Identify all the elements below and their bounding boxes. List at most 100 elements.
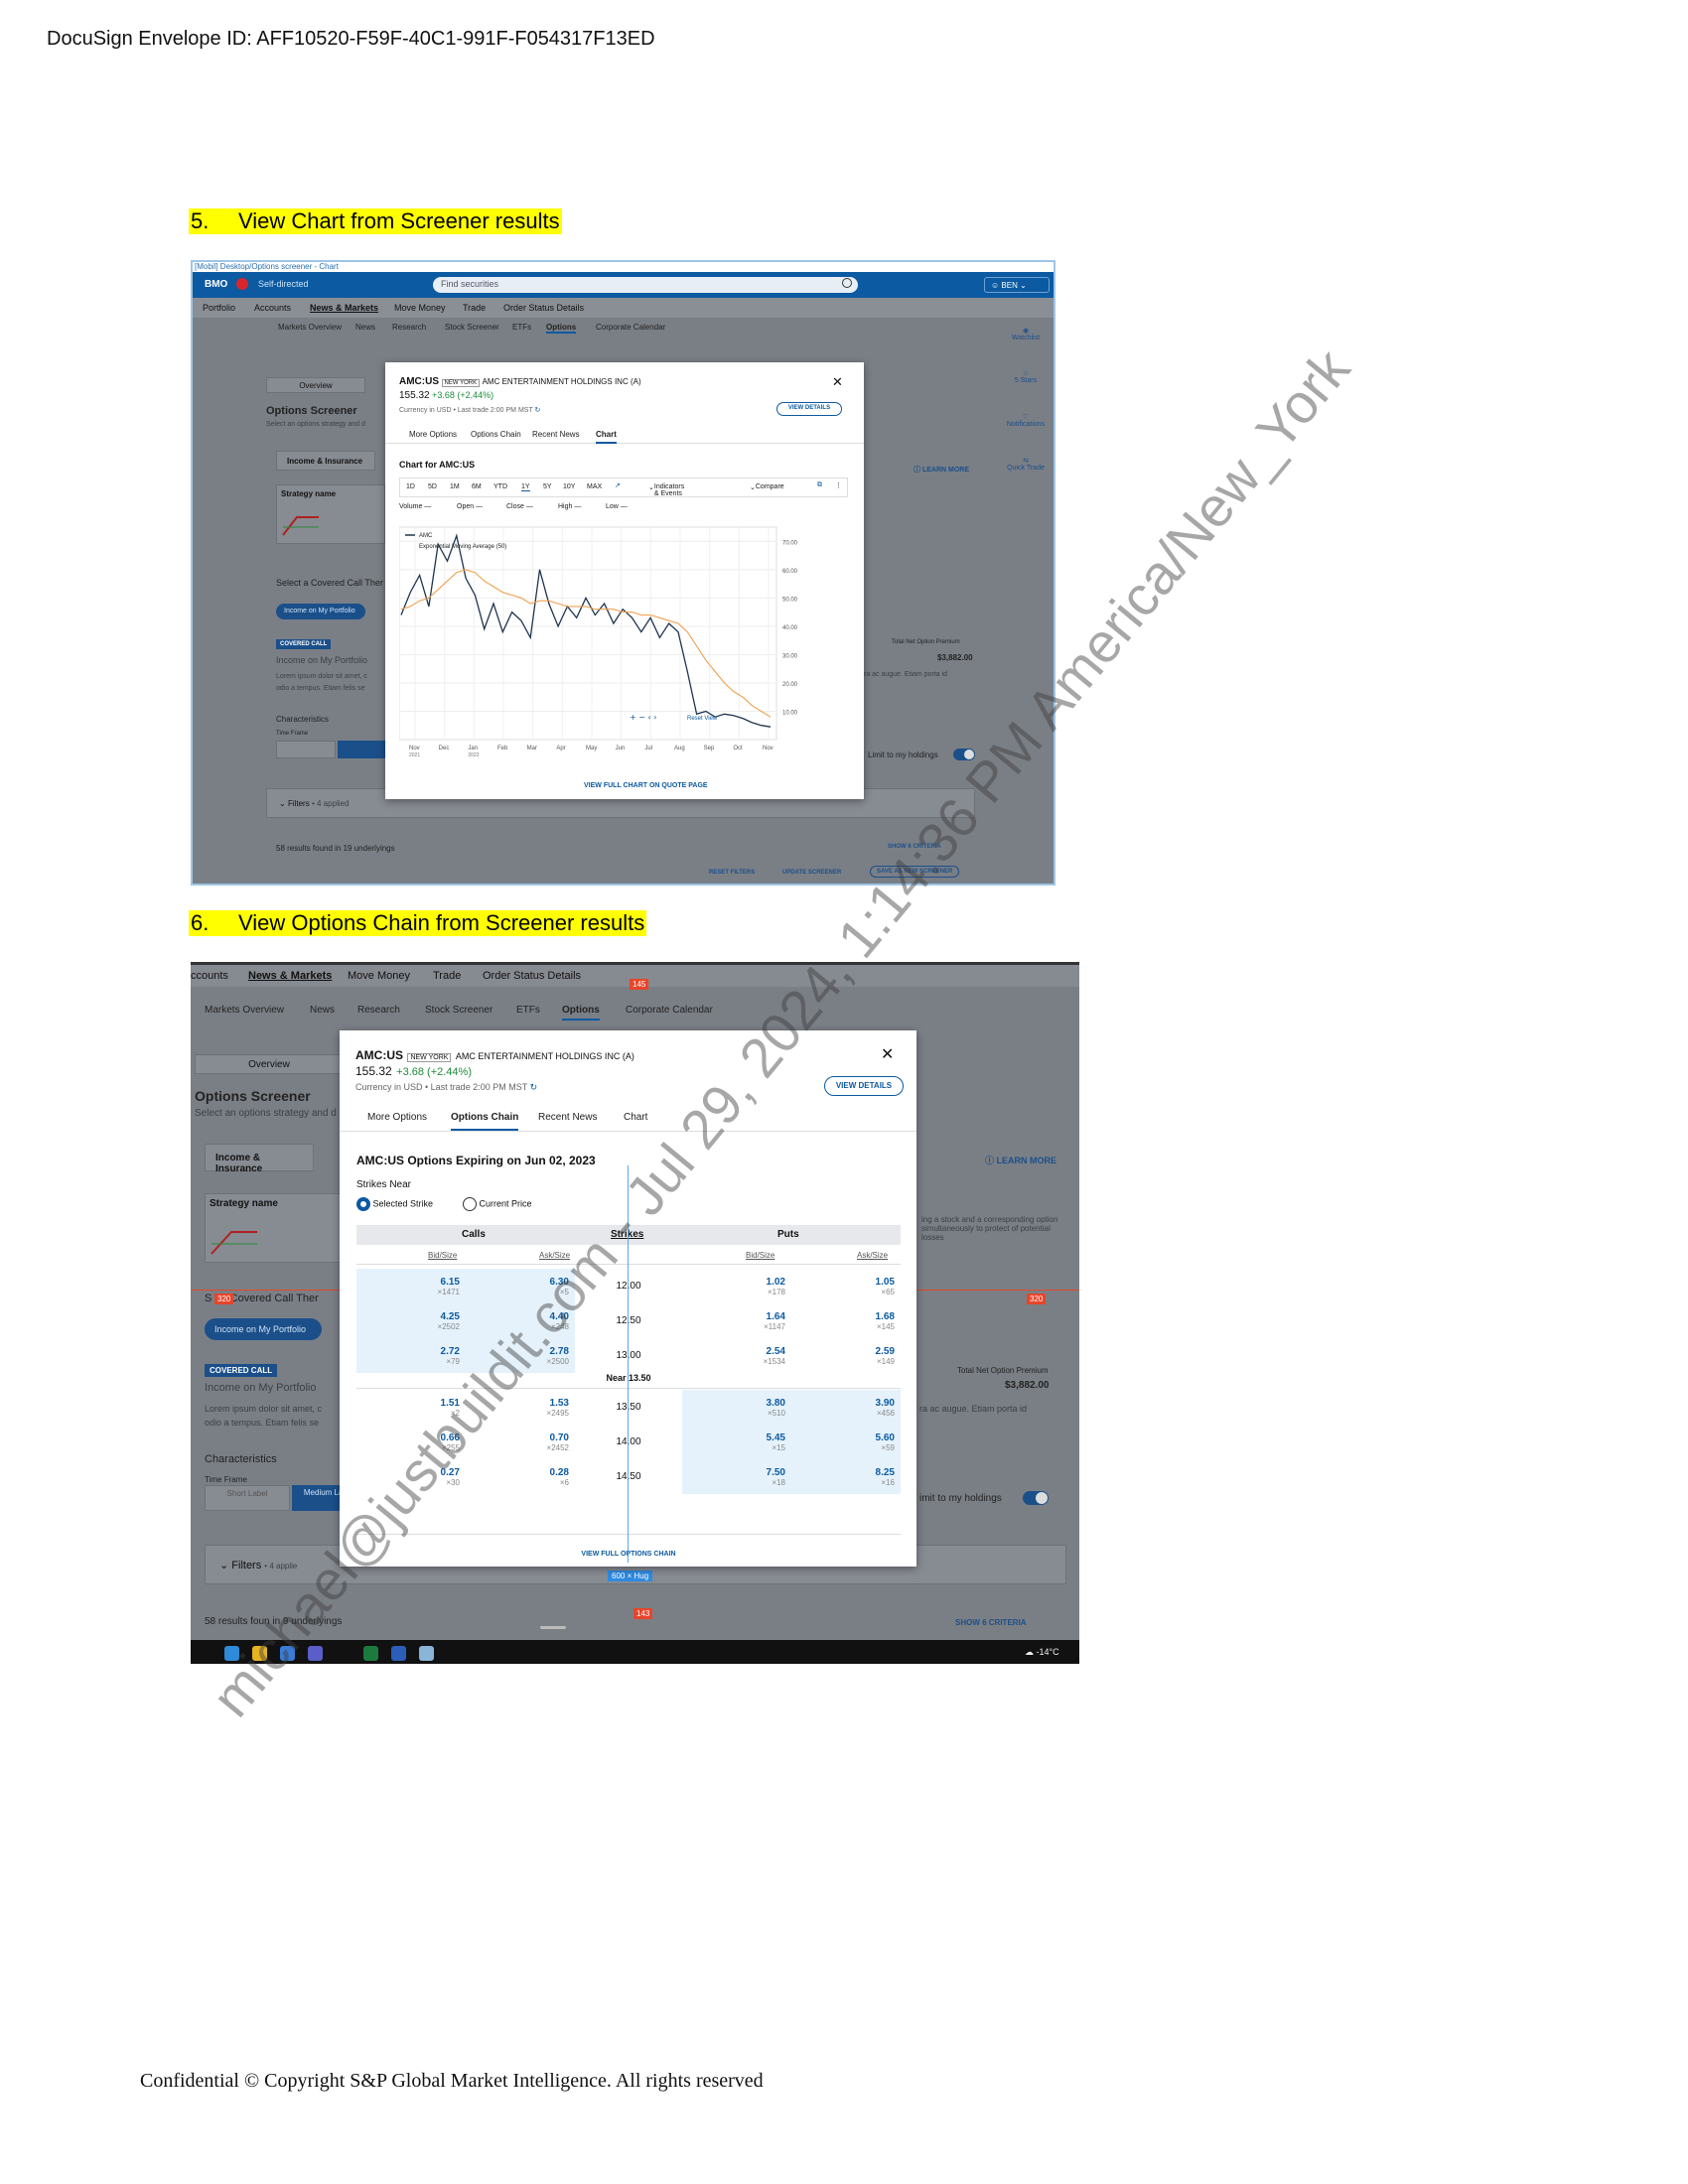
strike-price-cell[interactable]: 14.00	[575, 1425, 682, 1459]
range-10y[interactable]: 10Y	[563, 483, 575, 490]
tab-chart[interactable]: Chart	[624, 1112, 647, 1123]
learn-more-link[interactable]: ⓘ LEARN MORE	[914, 465, 969, 475]
put-ask-cell[interactable]: 1.68 ×145	[791, 1303, 901, 1338]
excel-icon[interactable]	[363, 1646, 378, 1661]
call-ask-cell[interactable]: 0.28 ×6	[466, 1459, 575, 1494]
subnav-markets-overview[interactable]: Markets Overview	[205, 1005, 284, 1016]
nav-trade[interactable]: Trade	[433, 970, 461, 982]
strike-price-cell[interactable]: 14.50	[575, 1459, 682, 1494]
nav-news-markets[interactable]: News & Markets	[310, 303, 378, 313]
short-label-option[interactable]: Short Label	[205, 1485, 290, 1511]
reset-view-button[interactable]: Reset View	[687, 716, 718, 722]
subnav-stock-screener[interactable]: Stock Screener	[445, 323, 499, 332]
side-notifications[interactable]: ♡ Notifications	[1000, 413, 1052, 428]
compare-dropdown[interactable]: ⌄ Compare	[750, 483, 784, 491]
subnav-news[interactable]: News	[310, 1005, 335, 1016]
nav-order-status[interactable]: Order Status Details	[503, 303, 584, 313]
range-6m[interactable]: 6M	[472, 483, 482, 490]
nav-accounts[interactable]: Accounts	[254, 303, 291, 313]
strike-price-cell[interactable]: 13.50	[575, 1390, 682, 1425]
subnav-etfs[interactable]: ETFs	[512, 323, 531, 332]
put-bid-cell[interactable]: 1.02 ×178	[682, 1269, 791, 1303]
put-bid-cell[interactable]: 7.50 ×18	[682, 1459, 791, 1494]
range-max[interactable]: MAX	[587, 483, 602, 490]
nav-accounts[interactable]: ccounts	[191, 970, 228, 982]
short-label-option[interactable]	[276, 741, 336, 758]
put-bid-cell[interactable]: 1.64 ×1147	[682, 1303, 791, 1338]
strategy-card[interactable]: Strategy name	[205, 1193, 344, 1263]
more-icon[interactable]: ⋮	[835, 481, 842, 489]
side-5-stars[interactable]: ☆ 5 Stars	[1000, 369, 1052, 384]
put-ask-cell[interactable]: 5.60 ×59	[791, 1425, 901, 1459]
nav-move-money[interactable]: Move Money	[394, 303, 446, 313]
tab-options-chain[interactable]: Options Chain	[471, 430, 521, 439]
nav-trade[interactable]: Trade	[463, 303, 486, 313]
update-screener-button[interactable]: UPDATE SCREENER	[782, 870, 841, 876]
notepad-icon[interactable]	[419, 1646, 434, 1661]
nav-portfolio[interactable]: Portfolio	[203, 303, 235, 313]
subnav-stock-screener[interactable]: Stock Screener	[425, 1005, 492, 1016]
range-1y[interactable]: 1Y	[521, 483, 530, 491]
popout-icon[interactable]: ⧉	[817, 481, 822, 489]
subnav-etfs[interactable]: ETFs	[516, 1005, 540, 1016]
subnav-news[interactable]: News	[355, 323, 375, 332]
limit-holdings-toggle[interactable]	[1023, 1491, 1049, 1505]
strike-price-cell[interactable]: 13.00	[575, 1338, 682, 1373]
put-bid-cell[interactable]: 3.80 ×510	[682, 1390, 791, 1425]
tab-more-options[interactable]: More Options	[367, 1112, 427, 1123]
side-quick-trade[interactable]: ⇆ Quick Trade	[1000, 457, 1052, 472]
nav-order-status[interactable]: Order Status Details	[483, 970, 581, 982]
income-pill[interactable]: Income on My Portfolio	[205, 1318, 322, 1340]
show-criteria-link[interactable]: SHOW 6 CRITERIA	[955, 1618, 1027, 1627]
overview-tab[interactable]: Overview	[195, 1054, 344, 1074]
subnav-corporate-calendar[interactable]: Corporate Calendar	[596, 323, 665, 332]
selected-strike-radio[interactable]: Selected Strike	[356, 1197, 433, 1211]
subnav-options[interactable]: Options	[546, 323, 577, 334]
subnav-markets-overview[interactable]: Markets Overview	[278, 323, 342, 332]
put-ask-cell[interactable]: 8.25 ×16	[791, 1459, 901, 1494]
table-row[interactable]: 2.72 ×79 2.78 ×2500 13.00 2.54 ×1534 2.59 ×149	[356, 1338, 901, 1373]
range-1d[interactable]: 1D	[406, 483, 415, 490]
subnav-options[interactable]: Options	[562, 1005, 600, 1021]
tab-options-chain[interactable]: Options Chain	[451, 1112, 519, 1131]
put-ask-cell[interactable]: 2.59 ×149	[791, 1338, 901, 1373]
tab-recent-news[interactable]: Recent News	[538, 1112, 597, 1123]
put-ask-cell[interactable]: 3.90 ×456	[791, 1390, 901, 1425]
tab-recent-news[interactable]: Recent News	[532, 430, 580, 439]
overview-tab[interactable]: Overview	[266, 377, 365, 393]
subnav-research[interactable]: Research	[357, 1005, 400, 1016]
put-bid-cell[interactable]: 5.45 ×15	[682, 1425, 791, 1459]
user-menu-button[interactable]: ☺ BEN ⌄	[984, 277, 1050, 293]
close-icon[interactable]: ✕	[832, 374, 843, 390]
income-insurance-tab[interactable]: Income & Insurance	[205, 1144, 314, 1174]
range-5d[interactable]: 5D	[428, 483, 437, 490]
view-full-chain-link[interactable]: VIEW FULL OPTIONS CHAIN	[356, 1534, 901, 1561]
subnav-corporate-calendar[interactable]: Corporate Calendar	[626, 1005, 713, 1016]
nav-news-markets[interactable]: News & Markets	[248, 970, 332, 982]
close-icon[interactable]: ✕	[881, 1044, 894, 1064]
learn-more-link[interactable]: ⓘ LEARN MORE	[985, 1154, 1056, 1166]
weather-widget[interactable]: ☁ -14°C	[1025, 1647, 1059, 1658]
subnav-research[interactable]: Research	[392, 323, 426, 332]
current-price-radio[interactable]: Current Price	[463, 1197, 532, 1211]
tab-chart[interactable]: Chart	[596, 430, 617, 444]
chart-style-icon[interactable]: ↗	[615, 481, 621, 489]
search-icon[interactable]	[842, 278, 852, 288]
call-bid-cell[interactable]: 2.72 ×79	[356, 1338, 466, 1373]
strategy-card[interactable]: Strategy name	[276, 484, 385, 544]
view-details-button[interactable]: VIEW DETAILS	[824, 1076, 904, 1096]
view-full-chart-link[interactable]: VIEW FULL CHART ON QUOTE PAGE	[584, 779, 708, 789]
income-pill[interactable]: Income on My Portfolio	[276, 604, 365, 619]
put-bid-cell[interactable]: 2.54 ×1534	[682, 1338, 791, 1373]
income-insurance-tab[interactable]: Income & Insurance	[276, 451, 375, 471]
range-ytd[interactable]: YTD	[493, 483, 507, 490]
tab-more-options[interactable]: More Options	[409, 430, 457, 439]
range-1m[interactable]: 1M	[450, 483, 460, 490]
nav-move-money[interactable]: Move Money	[348, 970, 410, 982]
word-icon[interactable]	[391, 1646, 406, 1661]
table-row[interactable]: 4.25 ×2502 4.40 ×248 12.50 1.64 ×1147 1.68 ×145	[356, 1303, 901, 1338]
call-bid-cell[interactable]: 6.15 ×1471	[356, 1269, 466, 1303]
search-input[interactable]: Find securities	[433, 277, 858, 293]
side-watchlist[interactable]: ◉ Watchlist	[1000, 327, 1052, 341]
view-details-button[interactable]: VIEW DETAILS	[776, 402, 842, 416]
